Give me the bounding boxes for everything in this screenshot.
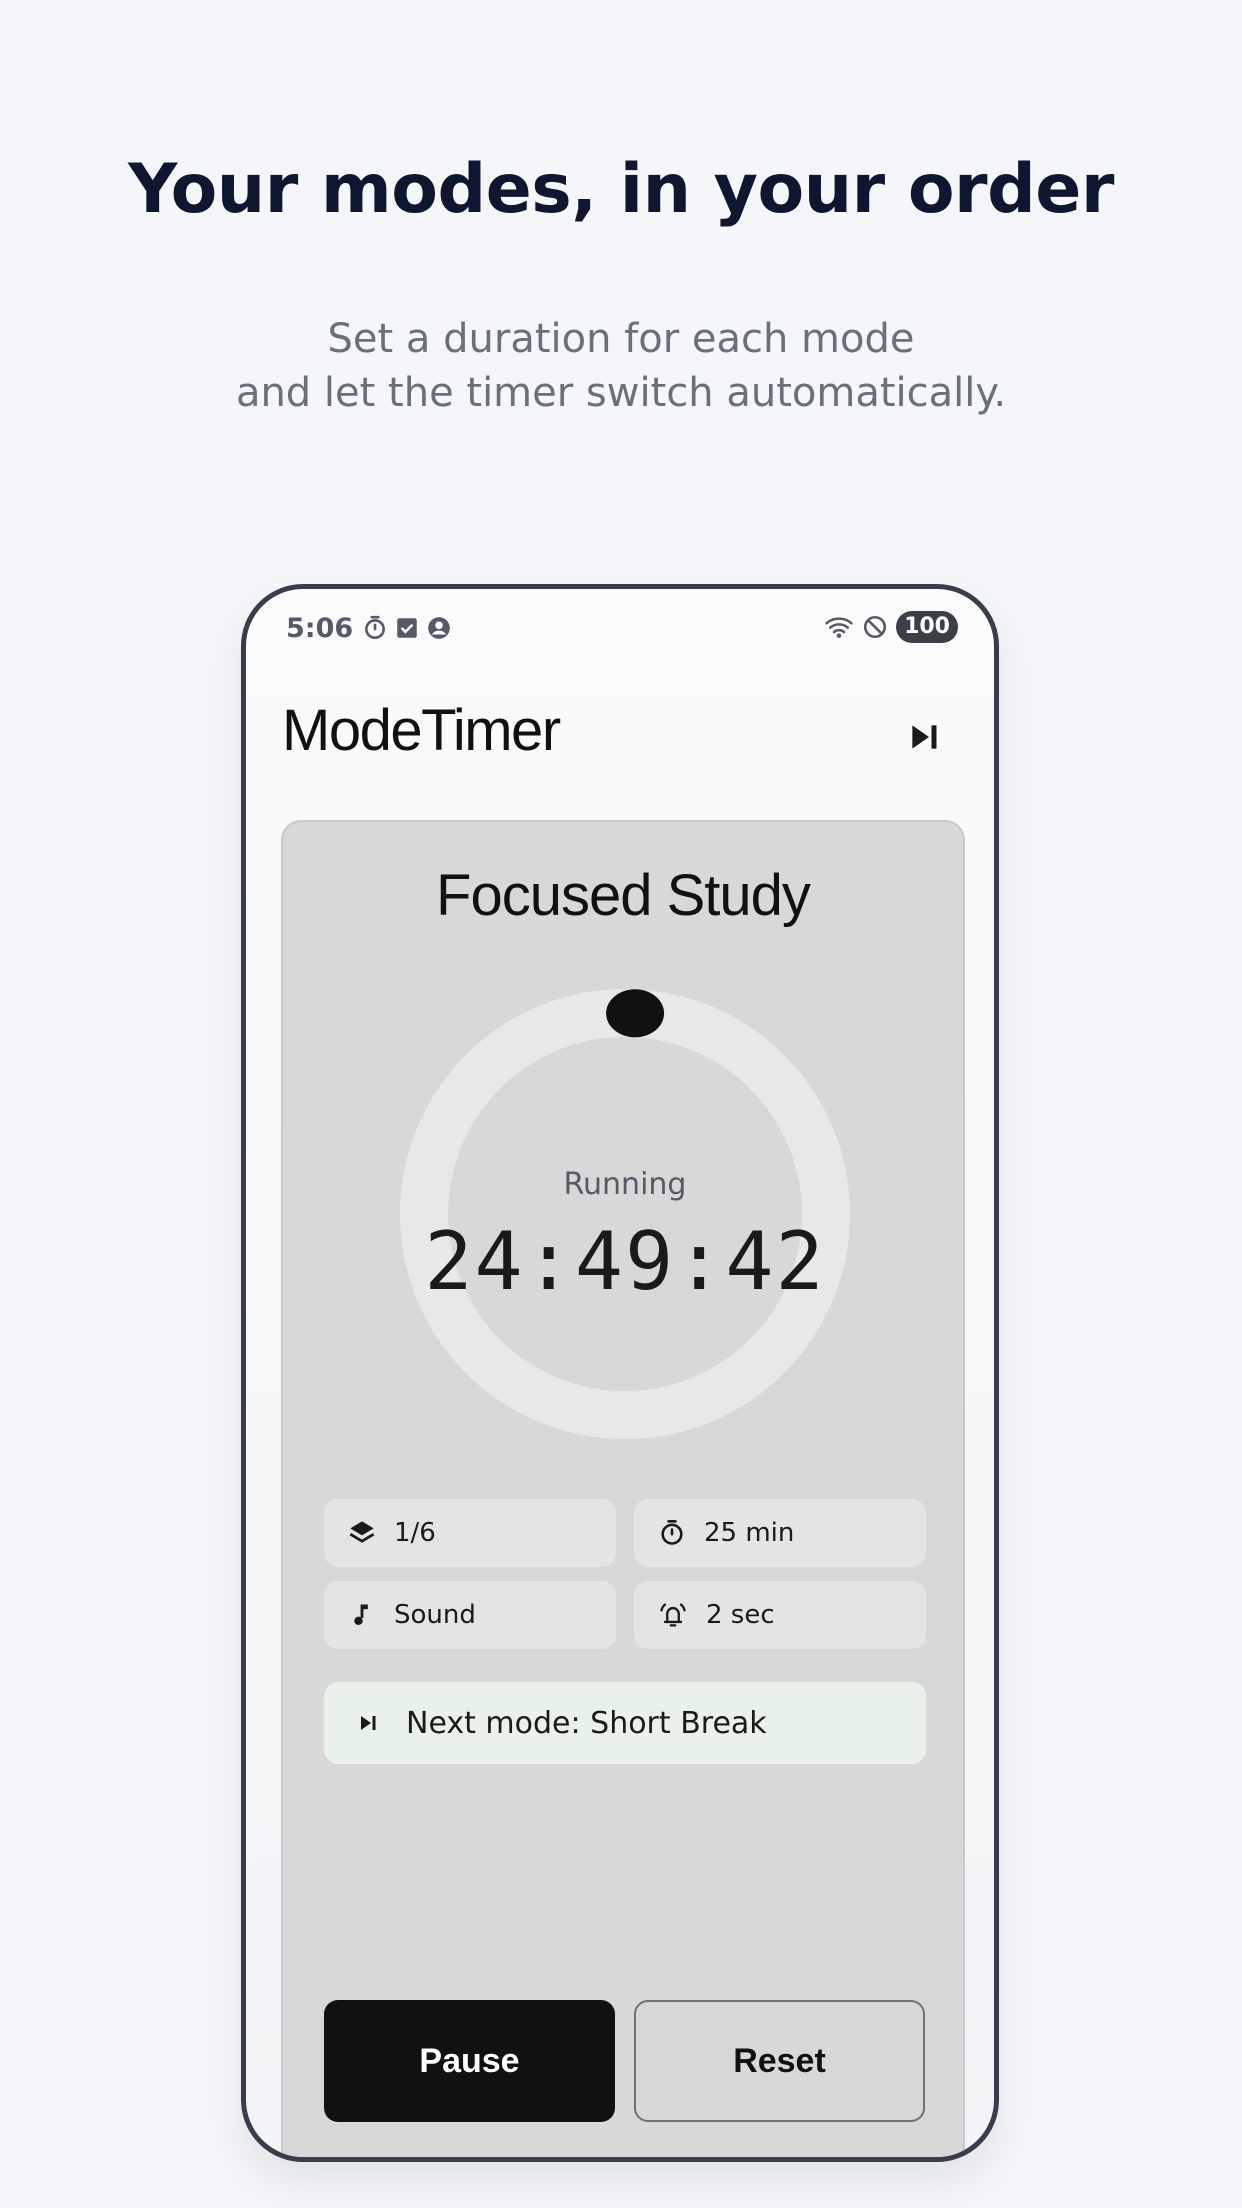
do-not-disturb-icon xyxy=(864,615,887,639)
status-right-icons: 100 xyxy=(824,611,958,643)
reset-button[interactable]: Reset xyxy=(634,2000,925,2122)
time-remaining: 24:49:42 xyxy=(424,1215,826,1308)
promo-headline: Your modes, in your order xyxy=(128,150,1114,229)
skip-next-icon[interactable] xyxy=(904,717,944,757)
next-mode-banner: Next mode: Short Break xyxy=(324,1682,926,1764)
account-circle-icon xyxy=(428,617,450,639)
status-time: 5:06 xyxy=(286,613,354,644)
progress-ring: Running 24:49:42 xyxy=(400,989,850,1439)
app-title: ModeTimer xyxy=(282,698,561,763)
pause-button[interactable]: Pause xyxy=(324,2000,615,2122)
layers-icon xyxy=(349,1521,375,1543)
chip-mode-index-label: 1/6 xyxy=(394,1518,436,1548)
progress-ring-svg xyxy=(400,989,850,1439)
timer-icon xyxy=(661,1520,683,1545)
chip-sound: Sound xyxy=(324,1581,616,1649)
promo-subline: Set a duration for each mode and let the… xyxy=(0,312,1242,420)
ring-track xyxy=(400,989,850,1439)
chip-duration-label: 25 min xyxy=(704,1518,795,1548)
phone-frame: 5:06 100 ModeTimer Focused Study Running… xyxy=(241,584,999,2162)
wifi-icon xyxy=(825,617,853,638)
promo-subline-line-1: Set a duration for each mode xyxy=(327,316,915,362)
timer-state: Running xyxy=(563,1167,687,1202)
checkbox-icon xyxy=(397,618,417,638)
chip-mode-index: 1/6 xyxy=(324,1499,616,1567)
skip-next-icon xyxy=(361,1716,376,1730)
stopwatch-icon xyxy=(365,615,385,640)
status-bar: 5:06 100 xyxy=(246,589,994,669)
chip-alert-duration-label: 2 sec xyxy=(706,1600,775,1630)
promo-subline-line-2: and let the timer switch automatically. xyxy=(235,370,1007,416)
music-note-icon xyxy=(354,1604,368,1626)
chip-sound-label: Sound xyxy=(394,1600,476,1630)
battery-indicator: 100 xyxy=(896,611,958,643)
chip-alert-duration: 2 sec xyxy=(634,1581,926,1649)
chip-duration: 25 min xyxy=(634,1499,926,1567)
info-chips: 1/6 25 min Sound 2 sec xyxy=(324,1499,926,1649)
mode-name: Focused Study xyxy=(436,863,811,928)
next-mode-label: Next mode: Short Break xyxy=(406,1705,767,1741)
status-left-icons xyxy=(362,615,452,641)
ring-knob[interactable] xyxy=(606,989,665,1038)
timer-card: Focused Study Running 24:49:42 1/6 25 mi… xyxy=(281,820,965,2157)
alarm-bell-icon xyxy=(660,1603,686,1627)
